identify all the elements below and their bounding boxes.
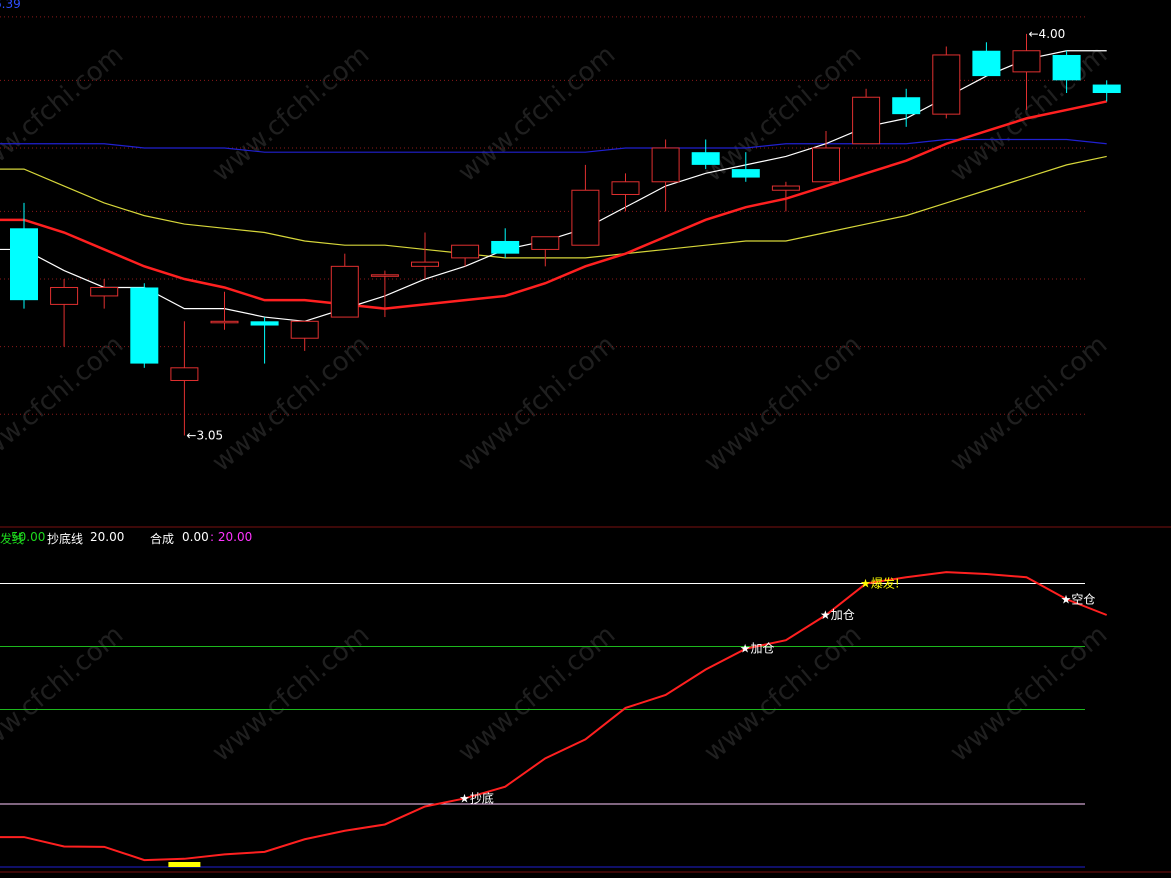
candle-body-down [731,169,760,178]
candle-body-up [651,147,680,183]
low-price-label: ←3.05 [186,428,223,442]
watermark-text: www.cfchi.com [699,330,868,478]
legend-series3-name: 合成 [150,532,175,546]
candle-body-up [812,147,840,183]
candle-body-up [330,265,359,318]
candle-body-up [290,320,319,339]
candle-body-up [170,367,199,381]
watermark-text: www.cfchi.com [453,330,622,478]
legend-series3-value-a: 0.00 [182,530,209,544]
watermark-text: www.cfchi.com [945,330,1114,478]
high-price-label: ←4.00 [1029,27,1066,41]
candle [531,236,560,267]
candle [651,139,680,212]
candle-body-up [852,96,881,145]
watermark-text: www.cfchi.com [453,40,622,188]
watermark-text: www.cfchi.com [0,330,129,478]
candle-body-down [691,152,720,165]
legend-series2-value: 20.00 [90,530,125,544]
candle [130,283,159,368]
candle-body-down [1052,54,1081,81]
indicator-line [0,571,1108,862]
watermark-text: www.cfchi.com [453,620,622,768]
candle-body-down [972,50,1001,77]
signal-label: ★爆发! [860,576,900,591]
candle-body-up [571,189,600,246]
candle [411,232,439,280]
candle-body-up [370,274,399,277]
candle-body-down [892,97,921,115]
signal-label: ★加仓 [820,608,855,622]
candle-body-up [90,286,119,297]
candle [50,279,79,347]
candle [170,321,199,436]
legend-series3-value-b: : 20.00 [210,530,253,544]
candle-body-up [1012,50,1041,73]
candle [892,88,921,127]
candle [571,164,600,246]
legend-series1-value: 50.00 [11,530,46,544]
signal-label: ★抄底 [459,790,494,805]
top-left-price-label: 6.39 [0,0,21,11]
indicator-panel: ★抄底 ★加仓 ★加仓 ★爆发! ★空仓 [0,571,1108,868]
candle [290,320,319,351]
candle-body-down [1092,84,1121,94]
candle [611,173,640,212]
watermark-text: www.cfchi.com [207,330,376,478]
watermark-text: www.cfchi.com [699,40,868,188]
candle-body-up [210,320,239,324]
candle [1092,80,1121,102]
candle-body-up [411,261,439,267]
candle-body-down [250,321,279,326]
candle [852,88,881,145]
signal-label: ★空仓 [1061,592,1096,606]
candle-body-up [771,185,800,191]
candle [491,228,520,258]
candle [972,42,1001,77]
candle-body-up [451,244,480,259]
candle-body-up [50,286,79,305]
legend-series2-name: 抄底线 [47,532,84,546]
candle-body-up [611,181,640,195]
candle [330,253,359,318]
candle-body-down [130,287,159,364]
legend-series3-value-b-text: 20.00 [217,530,253,544]
watermark-text: www.cfchi.com [0,620,129,768]
candle [250,317,279,364]
candle [812,131,840,183]
watermark-text: www.cfchi.com [207,40,376,188]
watermark-text: www.cfchi.com [0,40,129,188]
stock-chart: www.cfchi.com www.cfchi.com www.cfchi.com w… [0,0,1171,873]
watermark-text: www.cfchi.com [207,620,376,768]
candle-body-up [531,236,560,250]
signal-label: ★加仓 [740,642,775,656]
watermark-text: www.cfchi.com [945,620,1114,768]
watermarks: www.cfchi.com www.cfchi.com www.cfchi.com w… [0,40,1113,768]
candle [370,270,399,318]
candle-body-down [491,240,520,254]
candle [691,139,720,170]
candle [451,244,480,267]
candle [932,46,961,119]
candle-body-up [932,54,961,115]
watermark-text: www.cfchi.com [699,620,868,768]
candle-body-down [10,228,38,301]
signal-marker-bar [168,862,201,867]
